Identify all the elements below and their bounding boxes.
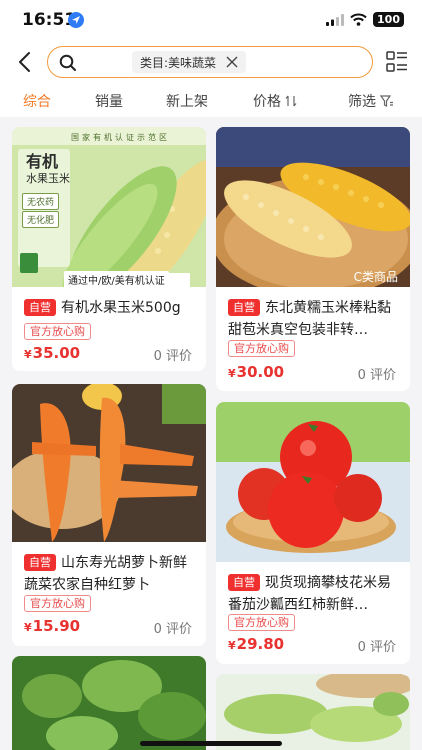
- product-image: [12, 656, 206, 750]
- search-icon: [59, 54, 76, 71]
- sort-updown-icon: [285, 95, 297, 107]
- price-value: 15.90: [32, 617, 81, 635]
- review-count: 0 评价: [357, 368, 396, 383]
- product-price: ¥15.90: [24, 617, 80, 635]
- sort-price[interactable]: 价格: [253, 91, 297, 111]
- status-bar: 16:51 100: [0, 0, 422, 40]
- currency-symbol: ¥: [24, 621, 32, 634]
- image-banner: 国家有机认证示范区: [71, 133, 170, 142]
- wifi-icon: [350, 13, 367, 26]
- official-assured-tag: 官方放心购: [24, 595, 91, 612]
- price-value: 30.00: [236, 363, 285, 381]
- sort-comprehensive-label: 综合: [23, 94, 51, 110]
- status-indicators: 100: [326, 12, 404, 27]
- home-indicator[interactable]: [140, 741, 282, 746]
- search-input[interactable]: 类目:美味蔬菜: [47, 46, 373, 78]
- product-price: ¥29.80: [228, 635, 284, 653]
- close-icon[interactable]: [226, 56, 238, 68]
- search-header: 类目:美味蔬菜: [0, 40, 422, 85]
- product-card[interactable]: 自营 山东寿光胡萝卜新鲜蔬菜农家自种红萝卜 官方放心购 ¥15.90 0 评价: [12, 384, 206, 646]
- sort-new[interactable]: 新上架: [166, 91, 208, 111]
- product-card[interactable]: [12, 656, 206, 750]
- official-assured-tag: 官方放心购: [228, 614, 295, 631]
- sort-bar: 综合 销量 新上架 价格 筛选: [0, 85, 422, 117]
- currency-symbol: ¥: [228, 639, 236, 652]
- signal-icon: [326, 13, 345, 26]
- review-count: 0 评价: [153, 349, 192, 364]
- filter-button[interactable]: 筛选: [348, 91, 394, 111]
- self-operated-badge: 自营: [24, 554, 56, 571]
- battery-indicator: 100: [373, 12, 404, 27]
- product-title: 自营 有机水果玉米500g: [24, 297, 196, 319]
- filter-funnel-icon: [380, 95, 393, 107]
- price-value: 29.80: [236, 635, 285, 653]
- product-image: [216, 402, 410, 562]
- currency-symbol: ¥: [228, 367, 236, 380]
- self-operated-badge: 自营: [24, 299, 56, 316]
- product-card[interactable]: [216, 674, 410, 750]
- product-title: 自营 现货现摘攀枝花米易番茄沙瓤西红柿新鲜…: [228, 572, 400, 616]
- sort-comprehensive[interactable]: 综合: [23, 91, 51, 111]
- official-assured-tag: 官方放心购: [24, 323, 91, 340]
- product-image: [216, 674, 410, 750]
- sort-sales-label: 销量: [95, 94, 123, 110]
- image-chip: 无农药: [22, 193, 60, 210]
- sort-price-label: 价格: [253, 94, 281, 110]
- image-chip: 无化肥: [22, 211, 60, 228]
- review-count: 0 评价: [153, 622, 192, 637]
- self-operated-badge: 自营: [228, 299, 260, 316]
- sort-sales[interactable]: 销量: [95, 91, 123, 111]
- category-filter-label: 类目:美味蔬菜: [140, 55, 217, 70]
- list-grid-icon: [386, 51, 407, 72]
- product-card[interactable]: C类商品 自营 东北黄糯玉米棒粘黏甜苞米真空包装非转… 官方放心购 ¥30.00 …: [216, 127, 410, 391]
- product-title: 自营 山东寿光胡萝卜新鲜蔬菜农家自种红萝卜: [24, 552, 196, 596]
- product-image: [12, 384, 206, 542]
- layout-toggle-button[interactable]: [386, 51, 408, 73]
- chevron-left-icon: [19, 52, 30, 72]
- image-watermark: C类商品: [353, 270, 398, 284]
- location-arrow-icon: [68, 12, 84, 28]
- product-title-text: 有机水果玉米500g: [61, 300, 181, 316]
- currency-symbol: ¥: [24, 348, 32, 361]
- review-count: 0 评价: [357, 640, 396, 655]
- product-price: ¥35.00: [24, 344, 80, 362]
- back-button[interactable]: [14, 50, 38, 74]
- sort-new-label: 新上架: [166, 94, 208, 110]
- filter-label: 筛选: [348, 94, 376, 110]
- image-cert-caption: 通过中/欧/美有机认证: [64, 271, 169, 288]
- self-operated-badge: 自营: [228, 574, 260, 591]
- price-value: 35.00: [32, 344, 81, 362]
- image-subheading: 水果玉米: [26, 172, 70, 185]
- official-assured-tag: 官方放心购: [228, 340, 295, 357]
- product-title: 自营 东北黄糯玉米棒粘黏甜苞米真空包装非转…: [228, 297, 400, 341]
- category-filter-chip[interactable]: 类目:美味蔬菜: [132, 51, 247, 73]
- product-card[interactable]: 自营 现货现摘攀枝花米易番茄沙瓤西红柿新鲜… 官方放心购 ¥29.80 0 评价: [216, 402, 410, 664]
- product-card[interactable]: 有机 水果玉米 无农药 无化肥 国家有机认证示范区 通过中/欧/美有机认证 自营…: [12, 127, 206, 371]
- product-price: ¥30.00: [228, 363, 284, 381]
- product-image: [216, 127, 410, 287]
